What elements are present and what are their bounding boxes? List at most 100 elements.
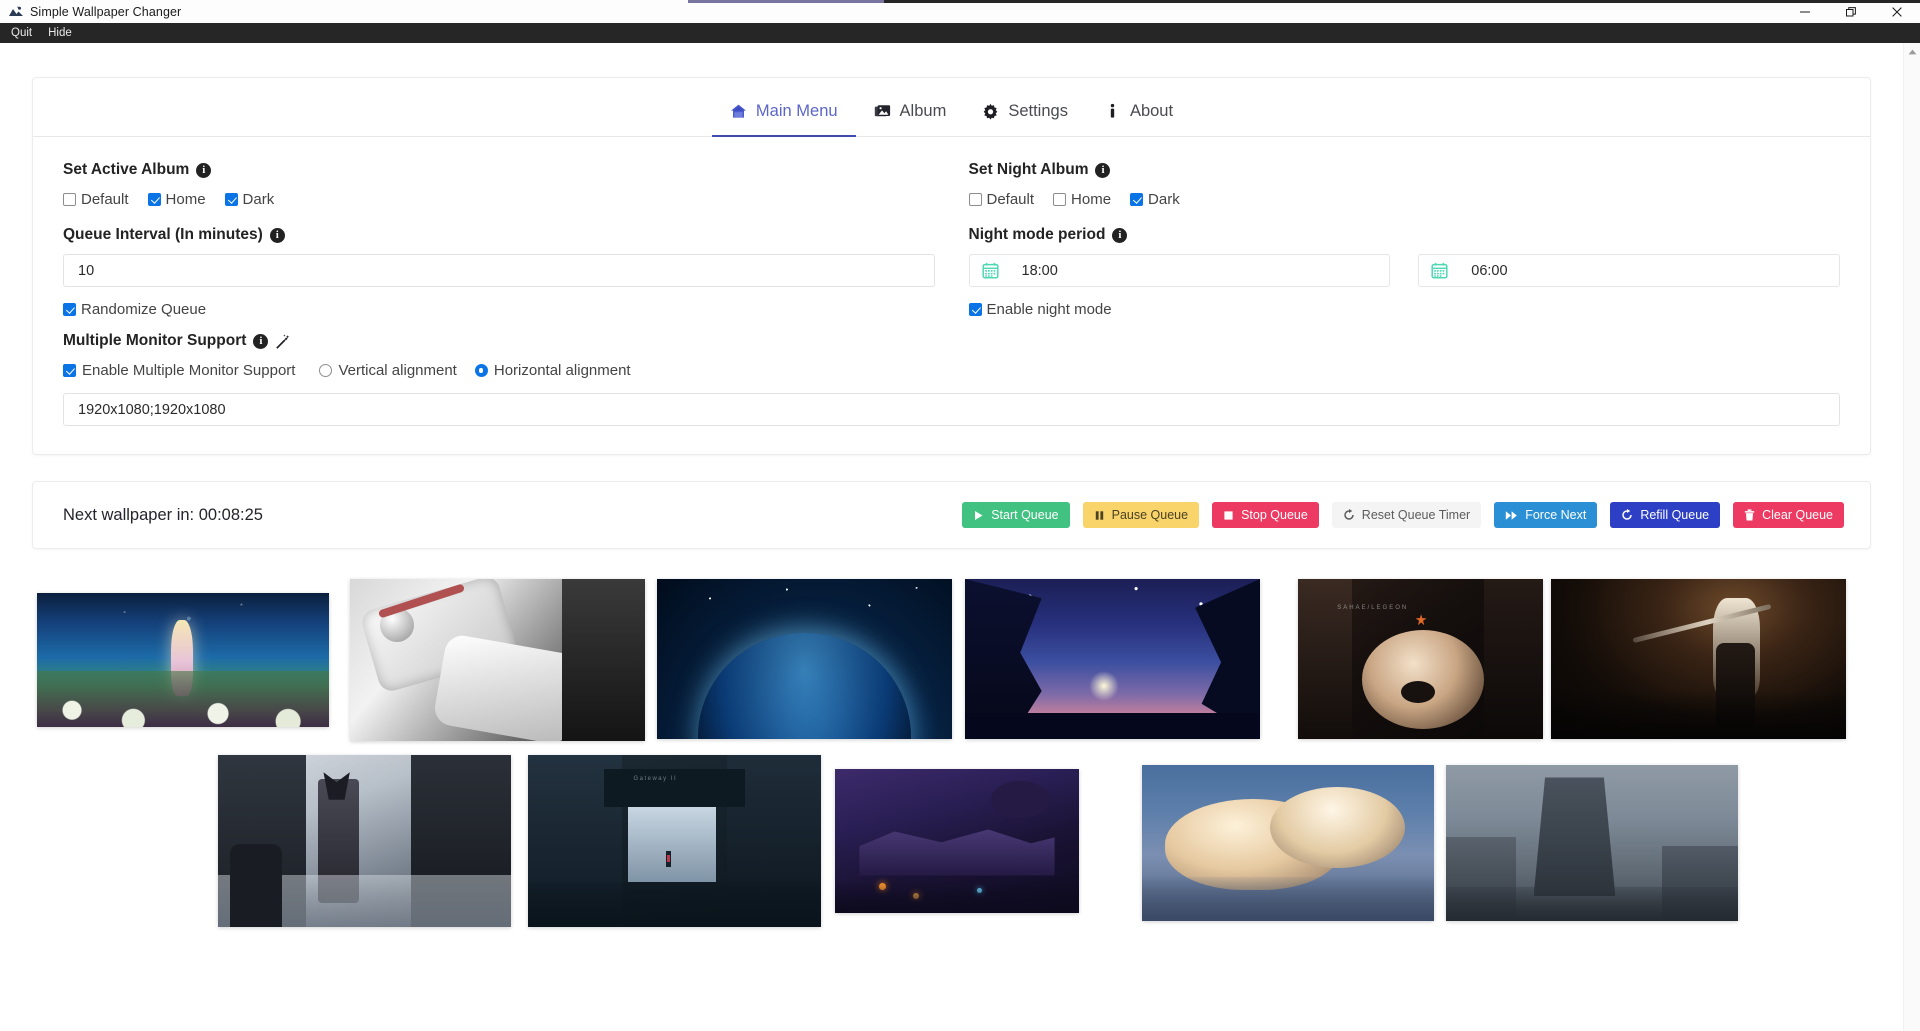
- queue-interval-input[interactable]: [63, 254, 935, 287]
- checkbox[interactable]: [224, 193, 238, 206]
- tab-label: About: [1129, 102, 1174, 120]
- info-icon[interactable]: i: [269, 227, 285, 243]
- tab-album[interactable]: Album: [856, 78, 965, 136]
- info-icon[interactable]: i: [196, 162, 212, 178]
- thumb-rainy-street-girl[interactable]: [218, 755, 511, 927]
- tab-bar: Main Menu Album Settings About: [33, 78, 1870, 137]
- thumb-cloudscape[interactable]: [1142, 765, 1434, 921]
- radio[interactable]: [319, 364, 333, 377]
- pause-queue-button[interactable]: Pause Queue: [1082, 502, 1200, 528]
- minimize-button[interactable]: [1782, 0, 1828, 23]
- maximize-restore-button[interactable]: [1828, 0, 1874, 23]
- option-label: Default: [986, 191, 1035, 208]
- checkbox[interactable]: [968, 303, 982, 316]
- active-album-checkbox-group: Default Home Dark: [63, 191, 935, 208]
- trash-icon: [1744, 509, 1755, 521]
- multiple-monitor-section: Multiple Monitor Support i Enable Multip…: [63, 318, 1840, 426]
- menu-item-hide[interactable]: Hide: [41, 24, 79, 42]
- thumb-astronaut-suit[interactable]: [350, 579, 645, 741]
- home-icon: [730, 103, 747, 120]
- enable-night-mode-label: Enable night mode: [986, 301, 1112, 318]
- queue-status-bar: Next wallpaper in: 00:08:25 Start Queue: [32, 481, 1871, 549]
- info-icon[interactable]: i: [253, 333, 269, 349]
- active-album-option-home[interactable]: Home: [147, 191, 206, 208]
- checkbox[interactable]: [63, 364, 76, 377]
- settings-left-column: Set Active Album i Default Home Dark Que…: [63, 161, 935, 318]
- randomize-queue-checkbox-group[interactable]: Randomize Queue: [63, 301, 206, 318]
- set-night-album-label: Set Night Album i: [969, 161, 1841, 179]
- thumb-earth-from-orbit[interactable]: [657, 579, 952, 739]
- checkbox[interactable]: [63, 193, 76, 206]
- monitor-resolutions-input[interactable]: [63, 393, 1840, 426]
- active-album-option-default[interactable]: Default: [63, 191, 129, 208]
- multiple-monitor-controls-row: Enable Multiple Monitor Support Vertical…: [63, 362, 1840, 379]
- enable-multiple-monitor-checkbox-group[interactable]: Enable Multiple Monitor Support: [63, 362, 295, 379]
- multiple-monitor-label: Multiple Monitor Support i: [63, 332, 1840, 350]
- tab-label: Main Menu: [755, 102, 838, 120]
- start-queue-button[interactable]: Start Queue: [962, 502, 1070, 528]
- night-album-option-default[interactable]: Default: [968, 191, 1035, 208]
- refill-queue-button[interactable]: Refill Queue: [1610, 502, 1721, 528]
- scrollbar-thumb[interactable]: [1906, 61, 1919, 361]
- night-end-time-input[interactable]: 06:00: [1418, 254, 1840, 287]
- multiple-monitor-title: Multiple Monitor Support: [63, 332, 247, 349]
- thumb-night-forest-sky[interactable]: [965, 579, 1260, 739]
- night-album-checkbox-group: Default Home Dark: [968, 191, 1841, 208]
- button-label: Refill Queue: [1640, 508, 1710, 522]
- checkbox[interactable]: [63, 303, 76, 316]
- night-start-time-value: 18:00: [1021, 262, 1058, 279]
- tab-main-menu[interactable]: Main Menu: [711, 78, 856, 137]
- button-label: Reset Queue Timer: [1361, 508, 1471, 522]
- thumb-anime-flower-field[interactable]: [37, 593, 329, 727]
- calendar-icon[interactable]: [1431, 262, 1448, 279]
- thumb-rain-stairway[interactable]: Gateway II: [528, 755, 821, 927]
- set-active-album-label: Set Active Album i: [63, 161, 935, 179]
- info-icon[interactable]: i: [1112, 227, 1128, 243]
- checkbox[interactable]: [968, 193, 982, 206]
- thumb-swordsman-dark[interactable]: [1551, 579, 1846, 739]
- alignment-radio-horizontal[interactable]: Horizontal alignment: [474, 362, 631, 379]
- close-button[interactable]: [1874, 0, 1920, 23]
- reset-queue-timer-button[interactable]: Reset Queue Timer: [1331, 502, 1482, 528]
- enable-night-mode-checkbox-group[interactable]: Enable night mode: [968, 301, 1112, 318]
- enable-multiple-monitor-label: Enable Multiple Monitor Support: [82, 362, 296, 379]
- wallpaper-queue-gallery: SAHAE/LEGEON Gateway II: [30, 573, 1873, 933]
- scroll-up-arrow-icon[interactable]: [1904, 43, 1920, 61]
- night-album-option-home[interactable]: Home: [1053, 191, 1111, 208]
- vertical-scrollbar[interactable]: [1903, 43, 1920, 1031]
- image-icon: [874, 103, 891, 120]
- stop-square-icon: [1223, 510, 1234, 521]
- alignment-radio-vertical[interactable]: Vertical alignment: [319, 362, 457, 379]
- night-mode-time-row: 18:00 06:00: [968, 254, 1840, 287]
- queue-interval-title: Queue Interval (In minutes): [63, 226, 263, 243]
- force-next-button[interactable]: Force Next: [1494, 502, 1598, 528]
- window-titlebar: Simple Wallpaper Changer: [0, 0, 1920, 23]
- stop-queue-button[interactable]: Stop Queue: [1212, 502, 1319, 528]
- tab-settings[interactable]: Settings: [964, 78, 1086, 136]
- clear-queue-button[interactable]: Clear Queue: [1733, 502, 1844, 528]
- calendar-icon[interactable]: [981, 262, 999, 279]
- night-mode-period-title: Night mode period: [968, 226, 1106, 243]
- thumb-cooling-tower[interactable]: [1446, 765, 1738, 921]
- magic-wand-icon[interactable]: [275, 333, 290, 349]
- night-start-time-input[interactable]: 18:00: [968, 254, 1391, 287]
- checkbox[interactable]: [1130, 193, 1144, 206]
- info-icon[interactable]: i: [1095, 162, 1111, 178]
- menu-item-quit[interactable]: Quit: [4, 24, 39, 42]
- option-label: Dark: [1148, 191, 1180, 208]
- tab-label: Settings: [1008, 102, 1068, 120]
- checkbox[interactable]: [147, 193, 161, 206]
- option-label: Home: [1071, 191, 1112, 208]
- checkbox[interactable]: [1053, 193, 1067, 206]
- radio[interactable]: [474, 364, 488, 377]
- tab-about[interactable]: About: [1086, 78, 1191, 136]
- button-label: Stop Queue: [1241, 508, 1308, 522]
- night-album-option-dark[interactable]: Dark: [1130, 191, 1180, 208]
- alignment-label: Horizontal alignment: [493, 362, 631, 379]
- night-mode-period-label: Night mode period i: [969, 226, 1841, 244]
- refresh-icon: [1343, 509, 1355, 521]
- thumb-purple-floating-isles[interactable]: [835, 769, 1079, 913]
- thumb-mecha-cockpit[interactable]: SAHAE/LEGEON: [1298, 579, 1543, 739]
- night-end-time-value: 06:00: [1471, 262, 1508, 279]
- active-album-option-dark[interactable]: Dark: [224, 191, 274, 208]
